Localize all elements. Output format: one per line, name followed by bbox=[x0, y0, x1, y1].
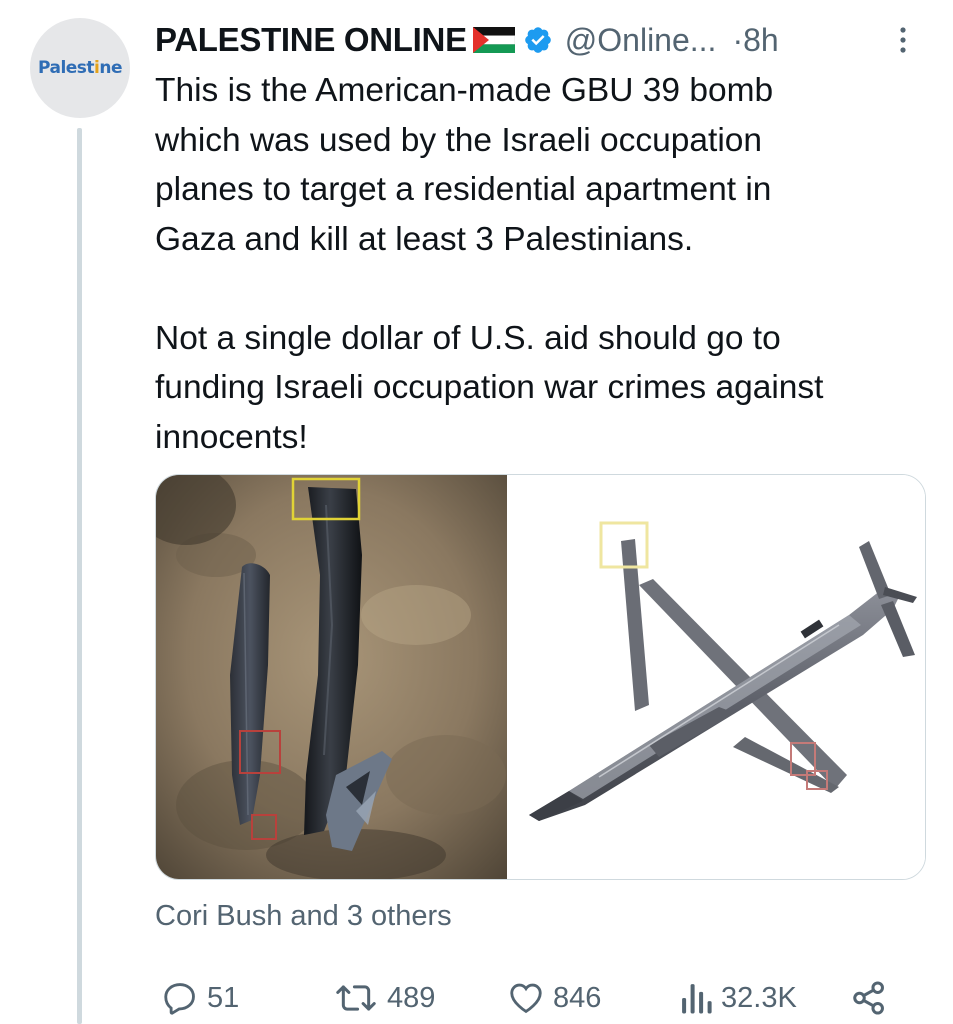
tweet-actions: 51 489 846 32.3K bbox=[155, 975, 935, 1021]
like-button[interactable]: 846 bbox=[507, 975, 601, 1021]
avatar-logo: Palestine bbox=[37, 58, 123, 78]
palestine-flag-icon bbox=[472, 27, 516, 53]
heart-icon bbox=[510, 983, 542, 1014]
bomb-fragments-photo[interactable] bbox=[156, 475, 507, 879]
avatar[interactable]: Palestine bbox=[30, 18, 130, 118]
tweet-header: PALESTINE ONLINE @Online... ·8h bbox=[155, 18, 935, 62]
repost-button[interactable]: 489 bbox=[333, 975, 435, 1021]
tweet[interactable]: Palestine PALESTINE ONLINE @Online... ·8… bbox=[0, 0, 953, 1024]
avatar-logo-end: ne bbox=[99, 58, 123, 78]
reply-icon bbox=[164, 983, 195, 1015]
share-icon bbox=[853, 981, 884, 1015]
share-button[interactable] bbox=[850, 975, 888, 1021]
views-button[interactable]: 32.3K bbox=[679, 975, 797, 1021]
verified-badge-icon[interactable] bbox=[523, 25, 553, 55]
reply-button[interactable]: 51 bbox=[161, 975, 239, 1021]
views-count: 32.3K bbox=[721, 981, 797, 1014]
repost-count: 489 bbox=[387, 981, 436, 1014]
tweet-text: This is the American-made GBU 39 bomb wh… bbox=[155, 72, 824, 456]
views-icon bbox=[682, 984, 712, 1014]
thread-line bbox=[77, 128, 82, 1024]
like-count: 846 bbox=[553, 981, 602, 1014]
repost-icon bbox=[336, 985, 376, 1011]
more-options-icon[interactable] bbox=[893, 22, 913, 58]
author-handle[interactable]: @Online... bbox=[565, 22, 717, 59]
gbu39-render-image[interactable] bbox=[507, 475, 925, 879]
social-context[interactable]: Cori Bush and 3 others bbox=[155, 900, 452, 933]
reply-count: 51 bbox=[207, 981, 240, 1014]
tweet-time[interactable]: ·8h bbox=[732, 22, 778, 59]
display-name[interactable]: PALESTINE ONLINE bbox=[155, 21, 467, 59]
tweet-media[interactable] bbox=[155, 474, 926, 880]
avatar-logo-text: Palest bbox=[37, 58, 95, 78]
